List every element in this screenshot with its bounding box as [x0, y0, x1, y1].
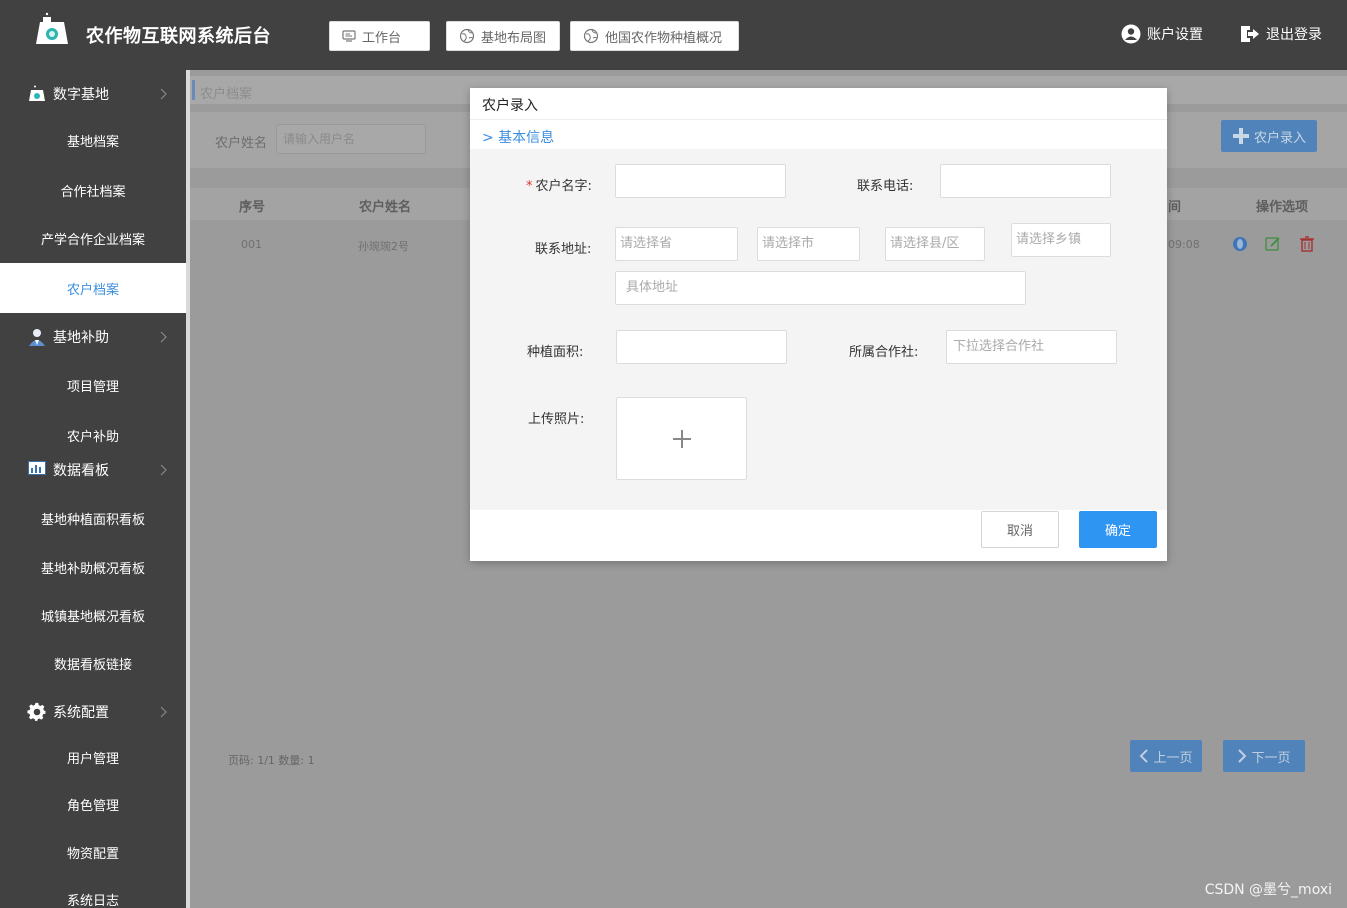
chevron-left-icon [1140, 749, 1149, 763]
delete-icon[interactable] [1300, 236, 1314, 252]
modal-title: 农户录入 [482, 98, 538, 114]
nav-base-layout-button[interactable]: 基地布局图 [446, 21, 560, 51]
sidebar-group-dashboard[interactable]: 数据看板 [0, 450, 186, 490]
sidebar-item-enterprise-archive[interactable]: 产学合作企业档案 [0, 218, 186, 258]
sidebar-group-subsidy[interactable]: 基地补助 [0, 317, 186, 357]
sidebar-group-label: 数据看板 [53, 463, 109, 479]
nav-foreign-crops-label: 他国农作物种植概况 [605, 30, 723, 46]
nav-foreign-crops-button[interactable]: 他国农作物种植概况 [570, 21, 739, 51]
logo-icon [36, 12, 68, 44]
sidebar-item-farmer-subsidy[interactable]: 农户补助 [0, 415, 186, 455]
farmer-name-label: * 农户名字: [526, 179, 592, 194]
cooperative-select[interactable]: 下拉选择合作社 [946, 330, 1117, 364]
add-farmer-button[interactable]: 农户录入 [1221, 120, 1317, 152]
sidebar-item-subsidy-dashboard[interactable]: 基地补助概况看板 [0, 547, 186, 587]
sidebar-group-label: 数字基地 [53, 87, 109, 103]
account-settings-label: 账户设置 [1147, 27, 1203, 43]
cell-time: 09:08 [1168, 238, 1200, 251]
top-bar: 农作物互联网系统后台 工作台 基地布局图 他国农作物种植概况 账户设置 退出登录 [0, 0, 1347, 70]
cancel-button[interactable]: 取消 [981, 511, 1059, 548]
sidebar-item-area-dashboard[interactable]: 基地种植面积看板 [0, 498, 186, 538]
sidebar-group-label: 基地补助 [53, 330, 109, 346]
nav-workbench-button[interactable]: 工作台 [329, 21, 430, 51]
user-circle-icon [1121, 24, 1141, 44]
app-title: 农作物互联网系统后台 [86, 26, 271, 47]
globe-icon [459, 28, 475, 44]
sidebar-item-material-config[interactable]: 物资配置 [0, 832, 186, 872]
logout-link[interactable]: 退出登录 [1239, 24, 1322, 44]
photo-upload-label: 上传照片: [528, 412, 585, 427]
address-label: 联系地址: [535, 242, 592, 257]
sidebar-item-dashboard-link[interactable]: 数据看板链接 [0, 643, 186, 683]
form-area: * 农户名字: 联系电话: 联系地址: 请选择省 请选择市 请选择县/区 请选择乡… [470, 149, 1167, 510]
chevron-right-icon [160, 706, 167, 718]
prev-page-button[interactable]: 上一页 [1130, 740, 1202, 772]
flask-icon [29, 85, 45, 101]
sidebar-item-base-archive[interactable]: 基地档案 [0, 120, 186, 160]
sidebar-item-project-management[interactable]: 项目管理 [0, 365, 186, 405]
town-select[interactable]: 请选择乡镇 [1011, 223, 1111, 257]
next-page-button[interactable]: 下一页 [1223, 740, 1305, 772]
cooperative-label: 所属合作社: [849, 345, 919, 360]
section-title: > 基本信息 [482, 130, 555, 146]
modal-divider [470, 119, 1167, 120]
search-label: 农户姓名 [215, 136, 268, 151]
plus-icon [1232, 128, 1249, 144]
sidebar-group-system[interactable]: 系统配置 [0, 692, 186, 732]
phone-input[interactable] [940, 164, 1111, 198]
cell-index: 001 [241, 238, 262, 251]
person-icon [29, 329, 45, 346]
cell-name: 孙琬琬2号 [358, 240, 409, 253]
gear-icon [27, 702, 46, 721]
chevron-right-icon [160, 88, 167, 100]
plus-icon [672, 429, 691, 448]
sidebar-item-coop-archive[interactable]: 合作社档案 [0, 170, 186, 210]
chevron-right-icon [160, 331, 167, 343]
farmer-name-input[interactable] [615, 164, 786, 198]
column-header-time-fragment: 间 [1168, 200, 1182, 215]
breadcrumb-accent [192, 80, 195, 100]
column-header-actions: 操作选项 [1256, 200, 1309, 215]
globe-icon [583, 28, 599, 44]
city-select[interactable]: 请选择市 [757, 227, 860, 261]
sidebar-group-label: 系统配置 [53, 705, 109, 721]
column-header-index: 序号 [239, 200, 266, 215]
prev-page-label: 上一页 [1153, 750, 1193, 766]
planting-area-input[interactable] [616, 330, 787, 364]
sidebar-item-town-dashboard[interactable]: 城镇基地概况看板 [0, 595, 186, 635]
account-settings-link[interactable]: 账户设置 [1121, 24, 1203, 44]
confirm-button[interactable]: 确定 [1079, 511, 1157, 548]
logout-label: 退出登录 [1266, 27, 1322, 43]
watermark: CSDN @墨兮_moxi [1204, 882, 1332, 898]
edit-icon[interactable] [1265, 236, 1281, 252]
sidebar: 数字基地 基地档案 合作社档案 产学合作企业档案 农户档案 基地补助 项目管理 … [0, 70, 186, 908]
farmer-entry-modal: 农户录入 > 基本信息 * 农户名字: 联系电话: 联系地址: 请选择省 请选择市… [470, 88, 1167, 561]
required-marker: * [526, 179, 533, 194]
county-select[interactable]: 请选择县/区 [885, 227, 985, 261]
province-select[interactable]: 请选择省 [615, 227, 738, 261]
chevron-right-icon [160, 464, 167, 476]
pager-info: 页码: 1/1 数量: 1 [228, 754, 315, 767]
sidebar-item-role-management[interactable]: 角色管理 [0, 784, 186, 824]
address-detail-input[interactable]: 具体地址 [615, 271, 1026, 305]
logout-icon [1241, 26, 1259, 42]
add-farmer-label: 农户录入 [1253, 130, 1306, 146]
sidebar-item-farmer-archive[interactable]: 农户档案 [0, 263, 186, 313]
column-header-name: 农户姓名 [359, 200, 412, 215]
monitor-icon [342, 30, 356, 42]
bar-chart-icon [28, 461, 46, 475]
next-page-label: 下一页 [1251, 750, 1291, 766]
chevron-right-icon [1238, 749, 1247, 763]
nav-base-layout-label: 基地布局图 [481, 30, 547, 46]
planting-area-label: 种植面积: [527, 345, 584, 360]
nav-workbench-label: 工作台 [362, 30, 402, 46]
sidebar-group-digital-base[interactable]: 数字基地 [0, 74, 186, 114]
search-input[interactable]: 请输入用户名 [276, 124, 426, 154]
sidebar-item-user-management[interactable]: 用户管理 [0, 737, 186, 777]
sidebar-item-system-log[interactable]: 系统日志 [0, 879, 186, 908]
view-icon[interactable] [1232, 236, 1248, 252]
breadcrumb-current: 农户档案 [200, 87, 253, 102]
phone-label: 联系电话: [857, 179, 914, 194]
photo-upload-box[interactable] [616, 397, 747, 480]
